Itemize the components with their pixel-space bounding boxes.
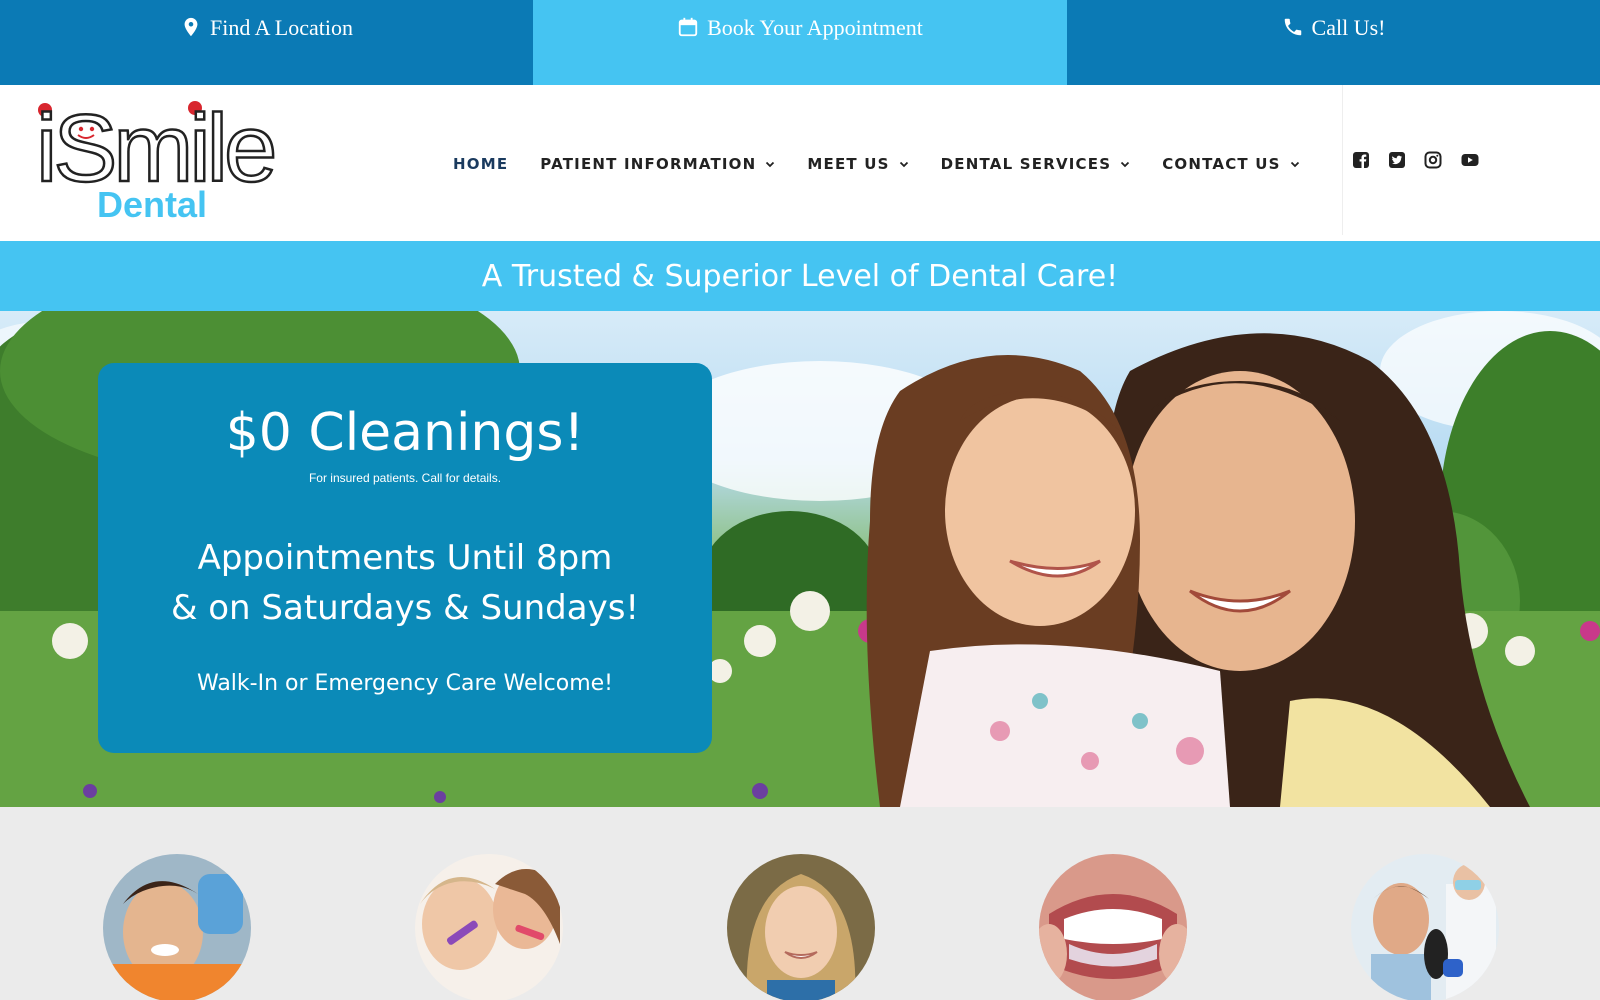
map-pin-icon bbox=[184, 17, 198, 37]
logo-graphic: iSmile Dental bbox=[35, 94, 279, 225]
promo-hours-line1: Appointments Until 8pm bbox=[197, 538, 613, 578]
chevron-down-icon bbox=[766, 161, 775, 168]
service-circle-family[interactable] bbox=[415, 854, 563, 1000]
instagram-icon[interactable] bbox=[1424, 151, 1442, 169]
nav-dental-services-label: DENTAL SERVICES bbox=[940, 155, 1112, 173]
service-orthodontics-image bbox=[1039, 854, 1187, 1000]
promo-hours: Appointments Until 8pm & on Saturdays & … bbox=[98, 533, 712, 633]
book-appointment-label: Book Your Appointment bbox=[707, 15, 923, 40]
call-us-link[interactable]: Call Us! bbox=[1067, 0, 1600, 85]
services-strip bbox=[0, 807, 1600, 1000]
call-us-label: Call Us! bbox=[1311, 15, 1386, 40]
nav-home-label: HOME bbox=[453, 155, 509, 173]
promo-walkin: Walk-In or Emergency Care Welcome! bbox=[196, 671, 613, 696]
nav-contact-us[interactable]: CONTACT US bbox=[1162, 155, 1299, 173]
facebook-icon[interactable] bbox=[1352, 151, 1370, 169]
phone-icon bbox=[1284, 18, 1301, 36]
find-location-label: Find A Location bbox=[210, 15, 353, 40]
promo-note: For insured patients. Call for details. bbox=[308, 471, 502, 485]
nav-dental-services[interactable]: DENTAL SERVICES bbox=[941, 155, 1131, 173]
promo-headline: $0 Cleanings! bbox=[225, 403, 585, 463]
twitter-icon[interactable] bbox=[1388, 151, 1406, 169]
youtube-icon[interactable] bbox=[1460, 151, 1480, 169]
nav-home[interactable]: HOME bbox=[453, 155, 508, 173]
tagline-banner: A Trusted & Superior Level of Dental Car… bbox=[0, 241, 1600, 311]
main-nav: HOME PATIENT INFORMATION MEET US DENTAL … bbox=[453, 155, 1332, 173]
site-header: iSmile Dental HOME PATIENT INFORMATION M… bbox=[0, 85, 1600, 241]
promo-hours-line2: & on Saturdays & Sundays! bbox=[170, 588, 640, 628]
header-divider bbox=[1342, 85, 1343, 235]
book-appointment-link[interactable]: Book Your Appointment bbox=[533, 0, 1067, 85]
service-circle-cosmetic[interactable] bbox=[727, 854, 875, 1000]
social-links bbox=[1352, 151, 1480, 169]
service-cosmetic-image bbox=[727, 854, 875, 1000]
nav-patient-information[interactable]: PATIENT INFORMATION bbox=[540, 155, 775, 173]
logo-sub-text: Dental bbox=[97, 184, 207, 219]
top-utility-bar: Find A Location Book Your Appointment Ca… bbox=[0, 0, 1600, 85]
tagline-text: A Trusted & Superior Level of Dental Car… bbox=[481, 258, 1119, 294]
service-circle-consultation[interactable] bbox=[1351, 854, 1499, 1000]
ismile-logo[interactable]: iSmile Dental bbox=[35, 94, 286, 225]
chevron-down-icon bbox=[1121, 161, 1130, 168]
service-family-image bbox=[415, 854, 563, 1000]
nav-contact-us-label: CONTACT US bbox=[1162, 155, 1281, 173]
find-location-link[interactable]: Find A Location bbox=[0, 0, 533, 85]
calendar-icon bbox=[678, 17, 698, 37]
service-exam-image bbox=[103, 854, 251, 1000]
chevron-down-icon bbox=[1290, 161, 1299, 168]
nav-meet-us[interactable]: MEET US bbox=[807, 155, 908, 173]
nav-meet-us-label: MEET US bbox=[807, 155, 890, 173]
service-circle-exam[interactable] bbox=[103, 854, 251, 1000]
nav-patient-information-label: PATIENT INFORMATION bbox=[540, 155, 757, 173]
promo-box: $0 Cleanings! For insured patients. Call… bbox=[98, 363, 712, 753]
hero-banner: $0 Cleanings! For insured patients. Call… bbox=[0, 311, 1600, 807]
service-consultation-image bbox=[1351, 854, 1499, 1000]
service-circle-orthodontics[interactable] bbox=[1039, 854, 1187, 1000]
chevron-down-icon bbox=[899, 161, 908, 168]
